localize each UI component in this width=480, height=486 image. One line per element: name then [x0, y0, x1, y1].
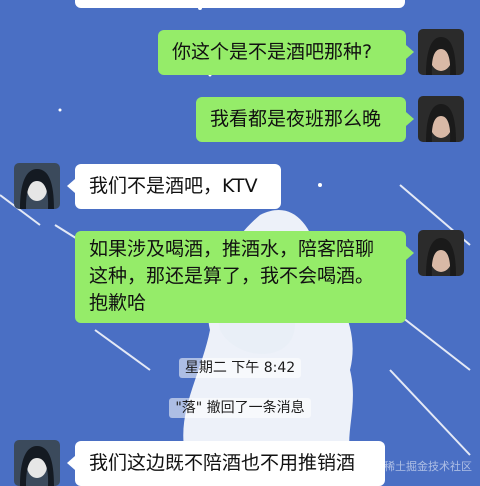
timestamp-text: 星期二 下午 8:42 [178, 358, 302, 378]
message-bubble-5[interactable]: 我们这边既不陪酒也不用推销酒 [75, 441, 385, 486]
message-bubble-3[interactable]: 我们不是酒吧，KTV [75, 164, 281, 209]
message-line: 这种，那还是算了，我不会喝酒。 [89, 265, 375, 287]
bubble-tail [406, 246, 414, 260]
bubble-tail [67, 179, 75, 193]
contact-avatar[interactable] [14, 440, 60, 486]
watermark: @稀土掘金技术社区 [373, 460, 472, 473]
message-line: 如果涉及喝酒，推酒水，陪客陪聊 [89, 238, 375, 260]
my-avatar[interactable] [418, 230, 464, 276]
recall-notice: "落" 撤回了一条消息 [0, 397, 480, 418]
message-bubble-4[interactable]: 如果涉及喝酒，推酒水，陪客陪聊 这种，那还是算了，我不会喝酒。 抱歉哈 [75, 231, 406, 323]
message-line: 抱歉哈 [89, 292, 147, 314]
message-bubble-1[interactable]: 你这个是不是酒吧那种? [158, 30, 406, 75]
bubble-tail [406, 112, 414, 126]
bubble-tail [406, 45, 414, 59]
partial-message-bubble[interactable] [75, 0, 405, 8]
my-avatar[interactable] [418, 96, 464, 142]
timestamp: 星期二 下午 8:42 [0, 357, 480, 378]
contact-avatar[interactable] [14, 163, 60, 209]
bubble-tail [67, 456, 75, 470]
message-bubble-2[interactable]: 我看都是夜班那么晚 [196, 97, 406, 142]
my-avatar[interactable] [418, 29, 464, 75]
recall-notice-text: "落" 撤回了一条消息 [169, 398, 311, 418]
